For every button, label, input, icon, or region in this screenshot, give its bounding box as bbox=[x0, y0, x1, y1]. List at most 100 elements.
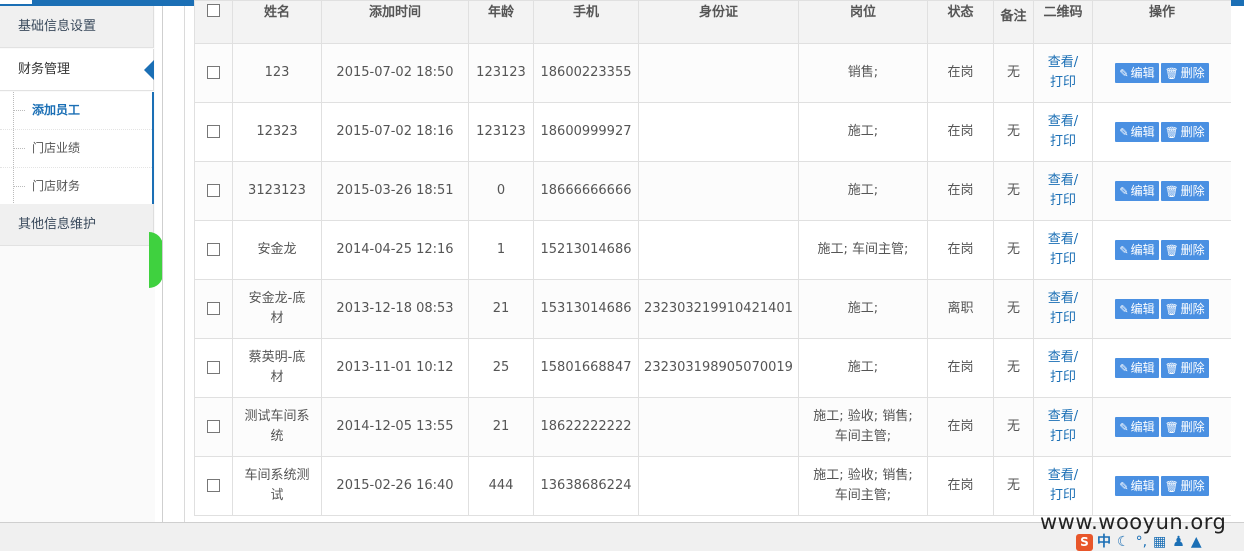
cell-idcard bbox=[638, 397, 799, 457]
qrcode-view-link[interactable]: 查看/打印 bbox=[1048, 350, 1078, 385]
row-checkbox[interactable] bbox=[207, 184, 220, 197]
qrcode-view-link[interactable]: 查看/打印 bbox=[1048, 468, 1078, 503]
cell-idcard: 232303198905070019 bbox=[638, 338, 799, 398]
cell-name: 123 bbox=[232, 43, 322, 103]
menu-group-finance[interactable]: 财务管理 bbox=[0, 49, 154, 91]
cell-position: 销售; bbox=[798, 43, 928, 103]
qrcode-view-link[interactable]: 查看/打印 bbox=[1048, 291, 1078, 326]
cell-idcard: 232303219910421401 bbox=[638, 279, 799, 339]
employee-table: 姓名 添加时间 年龄 手机 身份证 岗位 状态 备注 二维码 操作 123 201… bbox=[194, 0, 1231, 516]
cell-phone: 18666666666 bbox=[533, 161, 639, 221]
floating-widget[interactable] bbox=[149, 232, 163, 288]
trash-icon: 🗑 bbox=[1164, 125, 1179, 139]
row-checkbox[interactable] bbox=[207, 125, 220, 138]
qrcode-view-link[interactable]: 查看/打印 bbox=[1048, 232, 1078, 267]
cell-status: 在岗 bbox=[927, 43, 994, 103]
header-added-time: 添加时间 bbox=[321, 0, 469, 44]
delete-button[interactable]: 🗑 删除 bbox=[1160, 180, 1209, 201]
menu-group-other-info[interactable]: 其他信息维护 bbox=[0, 204, 154, 246]
ime-user-icon[interactable]: ♟ bbox=[1172, 534, 1185, 550]
cell-idcard bbox=[638, 456, 799, 516]
finance-submenu: 添加员工 门店业绩 门店财务 bbox=[0, 92, 154, 206]
sogou-logo-icon[interactable]: S bbox=[1076, 534, 1093, 551]
cell-added-time: 2014-04-25 12:16 bbox=[321, 220, 469, 280]
row-checkbox[interactable] bbox=[207, 243, 220, 256]
header-tab[interactable] bbox=[0, 0, 32, 4]
delete-button[interactable]: 🗑 删除 bbox=[1160, 239, 1209, 260]
cell-name: 蔡英明-底材 bbox=[232, 338, 322, 398]
cell-status: 离职 bbox=[927, 279, 994, 339]
cell-idcard bbox=[638, 161, 799, 221]
table-row: 3123123 2015-03-26 18:51 0 18666666666 施工; 在岗… bbox=[194, 161, 1231, 221]
row-checkbox[interactable] bbox=[207, 420, 220, 433]
cell-status: 在岗 bbox=[927, 161, 994, 221]
trash-icon: 🗑 bbox=[1164, 66, 1179, 80]
header-position: 岗位 bbox=[798, 0, 928, 44]
row-select-cell bbox=[194, 43, 233, 103]
row-select-cell bbox=[194, 338, 233, 398]
edit-button[interactable]: ✎ 编辑 bbox=[1115, 357, 1159, 378]
cell-note: 无 bbox=[993, 279, 1034, 339]
trash-icon: 🗑 bbox=[1164, 184, 1179, 198]
edit-button[interactable]: ✎ 编辑 bbox=[1115, 475, 1159, 496]
trash-icon: 🗑 bbox=[1164, 479, 1179, 493]
cell-age: 444 bbox=[468, 456, 534, 516]
cell-phone: 18622222222 bbox=[533, 397, 639, 457]
cell-added-time: 2015-07-02 18:16 bbox=[321, 102, 469, 162]
cell-name: 车间系统测试 bbox=[232, 456, 322, 516]
edit-button[interactable]: ✎ 编辑 bbox=[1115, 180, 1159, 201]
cell-ops: ✎ 编辑 🗑 删除 bbox=[1092, 43, 1231, 103]
delete-button[interactable]: 🗑 删除 bbox=[1160, 62, 1209, 83]
cell-name: 12323 bbox=[232, 102, 322, 162]
cell-status: 在岗 bbox=[927, 102, 994, 162]
menu-group-basic-info[interactable]: 基础信息设置 bbox=[0, 6, 154, 48]
delete-button[interactable]: 🗑 删除 bbox=[1160, 298, 1209, 319]
qrcode-view-link[interactable]: 查看/打印 bbox=[1048, 55, 1078, 90]
delete-button[interactable]: 🗑 删除 bbox=[1160, 357, 1209, 378]
ime-keyboard-icon[interactable]: ▦ bbox=[1153, 534, 1166, 550]
delete-button[interactable]: 🗑 删除 bbox=[1160, 416, 1209, 437]
cell-age: 21 bbox=[468, 279, 534, 339]
edit-button[interactable]: ✎ 编辑 bbox=[1115, 416, 1159, 437]
delete-button[interactable]: 🗑 删除 bbox=[1160, 475, 1209, 496]
select-all-checkbox[interactable] bbox=[207, 3, 220, 17]
row-select-cell bbox=[194, 456, 233, 516]
row-checkbox[interactable] bbox=[207, 66, 220, 79]
edit-button[interactable]: ✎ 编辑 bbox=[1115, 298, 1159, 319]
delete-button[interactable]: 🗑 删除 bbox=[1160, 121, 1209, 142]
employee-table-container: 姓名 添加时间 年龄 手机 身份证 岗位 状态 备注 二维码 操作 123 201… bbox=[194, 0, 1231, 522]
ime-moon-icon[interactable]: ☾ bbox=[1117, 534, 1130, 550]
ime-shirt-icon[interactable]: ▲ bbox=[1191, 534, 1202, 550]
edit-button[interactable]: ✎ 编辑 bbox=[1115, 239, 1159, 260]
table-row: 123 2015-07-02 18:50 123123 18600223355 销售; 在… bbox=[194, 43, 1231, 103]
trash-icon: 🗑 bbox=[1164, 420, 1179, 434]
menu-group-label: 其他信息维护 bbox=[18, 217, 97, 232]
cell-phone: 13638686224 bbox=[533, 456, 639, 516]
header-status: 状态 bbox=[927, 0, 994, 44]
cell-position: 施工; 车间主管; bbox=[798, 220, 928, 280]
qrcode-view-link[interactable]: 查看/打印 bbox=[1048, 114, 1078, 149]
cell-added-time: 2013-11-01 10:12 bbox=[321, 338, 469, 398]
cell-phone: 18600223355 bbox=[533, 43, 639, 103]
active-arrow-icon bbox=[144, 60, 154, 80]
row-checkbox[interactable] bbox=[207, 361, 220, 374]
submenu-item-store-finance[interactable]: 门店财务 bbox=[0, 168, 152, 206]
ime-mode-indicator[interactable]: 中 bbox=[1097, 534, 1111, 550]
cell-note: 无 bbox=[993, 102, 1034, 162]
cell-qrcode: 查看/打印 bbox=[1033, 338, 1093, 398]
cell-qrcode: 查看/打印 bbox=[1033, 220, 1093, 280]
qrcode-view-link[interactable]: 查看/打印 bbox=[1048, 173, 1078, 208]
edit-button[interactable]: ✎ 编辑 bbox=[1115, 121, 1159, 142]
ime-punct-icon[interactable]: °, bbox=[1136, 534, 1147, 550]
menu-group-label: 财务管理 bbox=[18, 62, 71, 77]
cell-idcard bbox=[638, 102, 799, 162]
cell-note: 无 bbox=[993, 43, 1034, 103]
qrcode-view-link[interactable]: 查看/打印 bbox=[1048, 409, 1078, 444]
row-checkbox[interactable] bbox=[207, 479, 220, 492]
header-note: 备注 bbox=[993, 0, 1034, 44]
row-checkbox[interactable] bbox=[207, 302, 220, 315]
submenu-item-add-employee[interactable]: 添加员工 bbox=[0, 92, 152, 130]
cell-phone: 15213014686 bbox=[533, 220, 639, 280]
submenu-item-store-performance[interactable]: 门店业绩 bbox=[0, 130, 152, 168]
edit-button[interactable]: ✎ 编辑 bbox=[1115, 62, 1159, 83]
